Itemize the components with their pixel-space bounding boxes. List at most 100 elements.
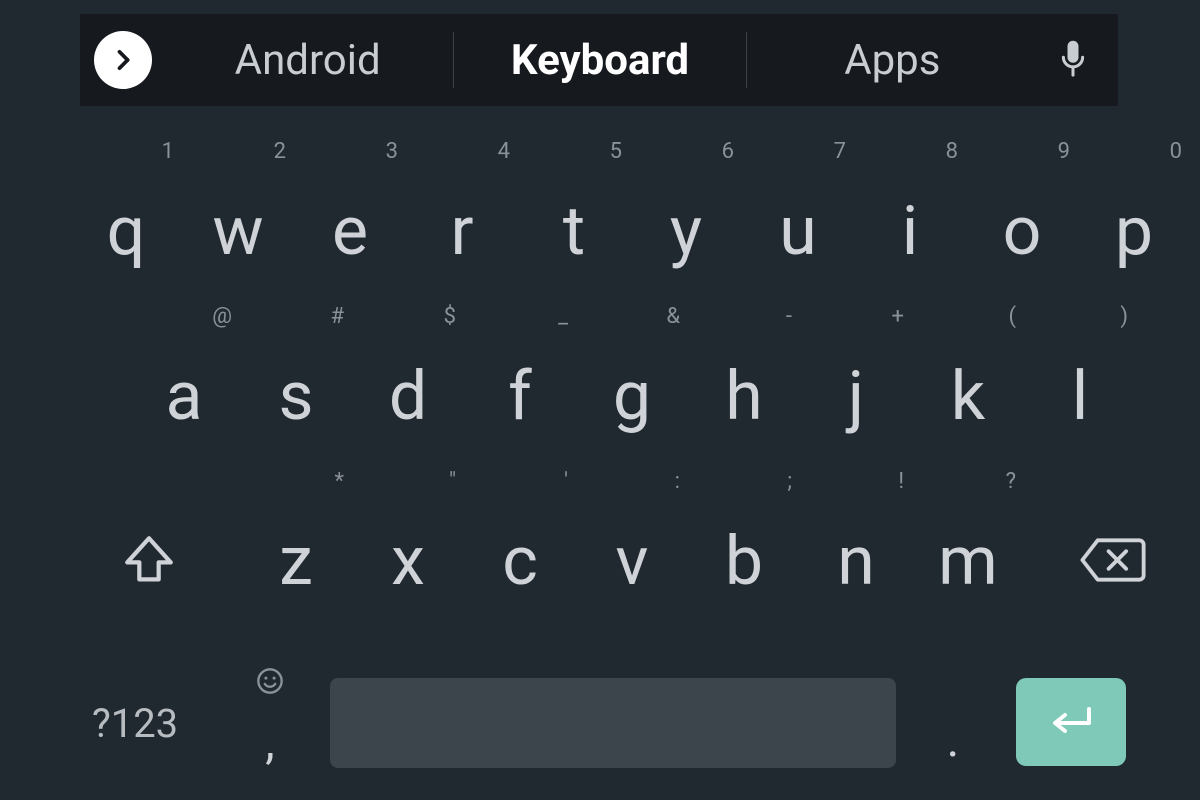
period-key[interactable]: . — [918, 688, 988, 768]
key-i[interactable]: 8i — [854, 135, 966, 265]
key-label: h — [725, 362, 762, 430]
key-label: j — [848, 362, 864, 430]
key-w[interactable]: 2w — [182, 135, 294, 265]
suggestion-item-0[interactable]: Android — [162, 14, 453, 106]
key-label: s — [278, 362, 313, 430]
key-c[interactable]: 'c — [464, 465, 576, 595]
key-e[interactable]: 3e — [294, 135, 406, 265]
key-hint: ! — [898, 469, 904, 494]
backspace-key[interactable] — [1058, 520, 1168, 600]
key-hint: - — [786, 304, 792, 329]
key-hint: 8 — [946, 139, 958, 164]
key-label: x — [391, 527, 425, 595]
key-u[interactable]: 7u — [742, 135, 854, 265]
key-d[interactable]: $d — [352, 300, 464, 430]
key-label: i — [902, 197, 919, 265]
key-hint: 1 — [162, 139, 174, 164]
key-label: p — [1115, 197, 1153, 265]
comma-key[interactable]: , — [230, 650, 310, 770]
key-m[interactable]: ?m — [912, 465, 1024, 595]
key-hint: 2 — [274, 139, 286, 164]
key-label: a — [166, 362, 203, 430]
key-label: v — [616, 527, 649, 595]
key-label: d — [389, 362, 427, 430]
key-label: c — [502, 527, 538, 595]
suggestion-list: Android Keyboard Apps — [162, 14, 1038, 106]
suggestion-bar: Android Keyboard Apps — [80, 14, 1118, 106]
key-j[interactable]: +j — [800, 300, 912, 430]
symbols-key[interactable]: ?123 — [70, 688, 200, 758]
key-hint: & — [666, 304, 680, 329]
key-x[interactable]: "x — [352, 465, 464, 595]
enter-key[interactable] — [1016, 678, 1126, 766]
key-hint: @ — [212, 304, 232, 329]
key-label: u — [779, 197, 817, 265]
key-hint: 9 — [1058, 139, 1070, 164]
key-label: g — [613, 362, 651, 430]
expand-suggestions-button[interactable] — [94, 31, 152, 89]
enter-icon — [1045, 703, 1097, 741]
key-label: q — [107, 197, 146, 265]
key-z[interactable]: *z — [240, 465, 352, 595]
key-label: r — [450, 197, 473, 265]
comma-label: , — [265, 713, 274, 770]
key-label: m — [938, 527, 998, 595]
key-hint: 5 — [610, 139, 622, 164]
key-hint: ( — [1008, 304, 1016, 329]
key-hint: 7 — [834, 139, 846, 164]
period-label: . — [947, 711, 960, 768]
emoji-icon — [256, 667, 284, 695]
shift-icon — [119, 531, 179, 589]
suggestion-item-2[interactable]: Apps — [747, 14, 1038, 106]
symbols-label: ?123 — [92, 700, 178, 747]
key-hint: 3 — [386, 139, 398, 164]
suggestion-label: Apps — [844, 36, 940, 85]
key-h[interactable]: -h — [688, 300, 800, 430]
key-label: k — [951, 362, 985, 430]
android-keyboard: Android Keyboard Apps 1q 2w 3e 4r 5t 6y … — [0, 0, 1200, 800]
shift-key[interactable] — [94, 520, 204, 600]
key-n[interactable]: !n — [800, 465, 912, 595]
key-hint: : — [675, 469, 680, 494]
suggestion-label: Android — [235, 36, 381, 85]
key-r[interactable]: 4r — [406, 135, 518, 265]
key-q[interactable]: 1q — [70, 135, 182, 265]
spacebar[interactable] — [330, 678, 896, 768]
key-hint: ' — [564, 469, 568, 494]
key-t[interactable]: 5t — [518, 135, 630, 265]
key-label: w — [212, 197, 263, 265]
key-label: y — [670, 197, 702, 265]
key-k[interactable]: (k — [912, 300, 1024, 430]
key-label: t — [563, 197, 585, 265]
key-f[interactable]: _f — [464, 300, 576, 430]
key-label: n — [837, 527, 875, 595]
key-p[interactable]: 0p — [1078, 135, 1190, 265]
key-label: z — [279, 527, 313, 595]
key-l[interactable]: )l — [1024, 300, 1136, 430]
chevron-right-icon — [109, 46, 137, 74]
key-label: o — [1003, 197, 1042, 265]
key-hint: _ — [558, 304, 568, 329]
voice-input-button[interactable] — [1038, 14, 1108, 106]
key-g[interactable]: &g — [576, 300, 688, 430]
key-v[interactable]: :v — [576, 465, 688, 595]
key-s[interactable]: #s — [240, 300, 352, 430]
suggestion-item-1[interactable]: Keyboard — [454, 14, 745, 106]
key-label: e — [332, 197, 368, 265]
key-hint: ? — [1006, 469, 1016, 494]
key-hint: 0 — [1170, 139, 1182, 164]
microphone-icon — [1056, 38, 1090, 82]
key-y[interactable]: 6y — [630, 135, 742, 265]
backspace-icon — [1078, 534, 1148, 586]
suggestion-label: Keyboard — [511, 36, 689, 85]
key-o[interactable]: 9o — [966, 135, 1078, 265]
key-a[interactable]: @a — [128, 300, 240, 430]
key-label: f — [508, 362, 532, 430]
key-b[interactable]: ;b — [688, 465, 800, 595]
key-hint: $ — [444, 304, 456, 329]
key-label: l — [1072, 362, 1089, 430]
key-hint: 4 — [498, 139, 510, 164]
key-hint: " — [449, 469, 456, 494]
key-hint: ; — [787, 469, 792, 494]
key-hint: 6 — [722, 139, 734, 164]
